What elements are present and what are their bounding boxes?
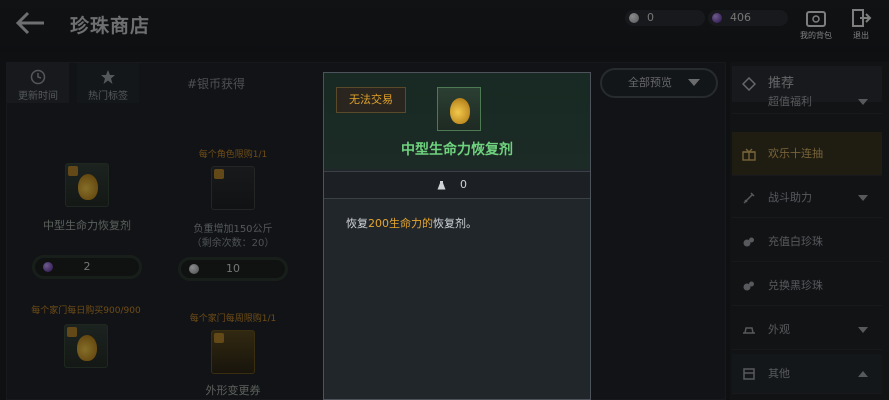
item-description: 恢复200生命力的恢复剂。 xyxy=(346,217,477,230)
popup-header: 无法交易 中型生命力恢复剂 xyxy=(324,73,590,169)
weight-row: 0 xyxy=(324,171,590,199)
weight-icon xyxy=(437,181,446,190)
potion-item-icon xyxy=(437,87,481,131)
untradable-badge: 无法交易 xyxy=(336,87,406,113)
description-highlight: 200生命力的 xyxy=(368,217,433,230)
weight-value: 0 xyxy=(460,178,467,191)
item-detail-popup: 无法交易 中型生命力恢复剂 0 恢复200生命力的恢复剂。 xyxy=(323,72,591,400)
item-name: 中型生命力恢复剂 xyxy=(401,142,513,158)
